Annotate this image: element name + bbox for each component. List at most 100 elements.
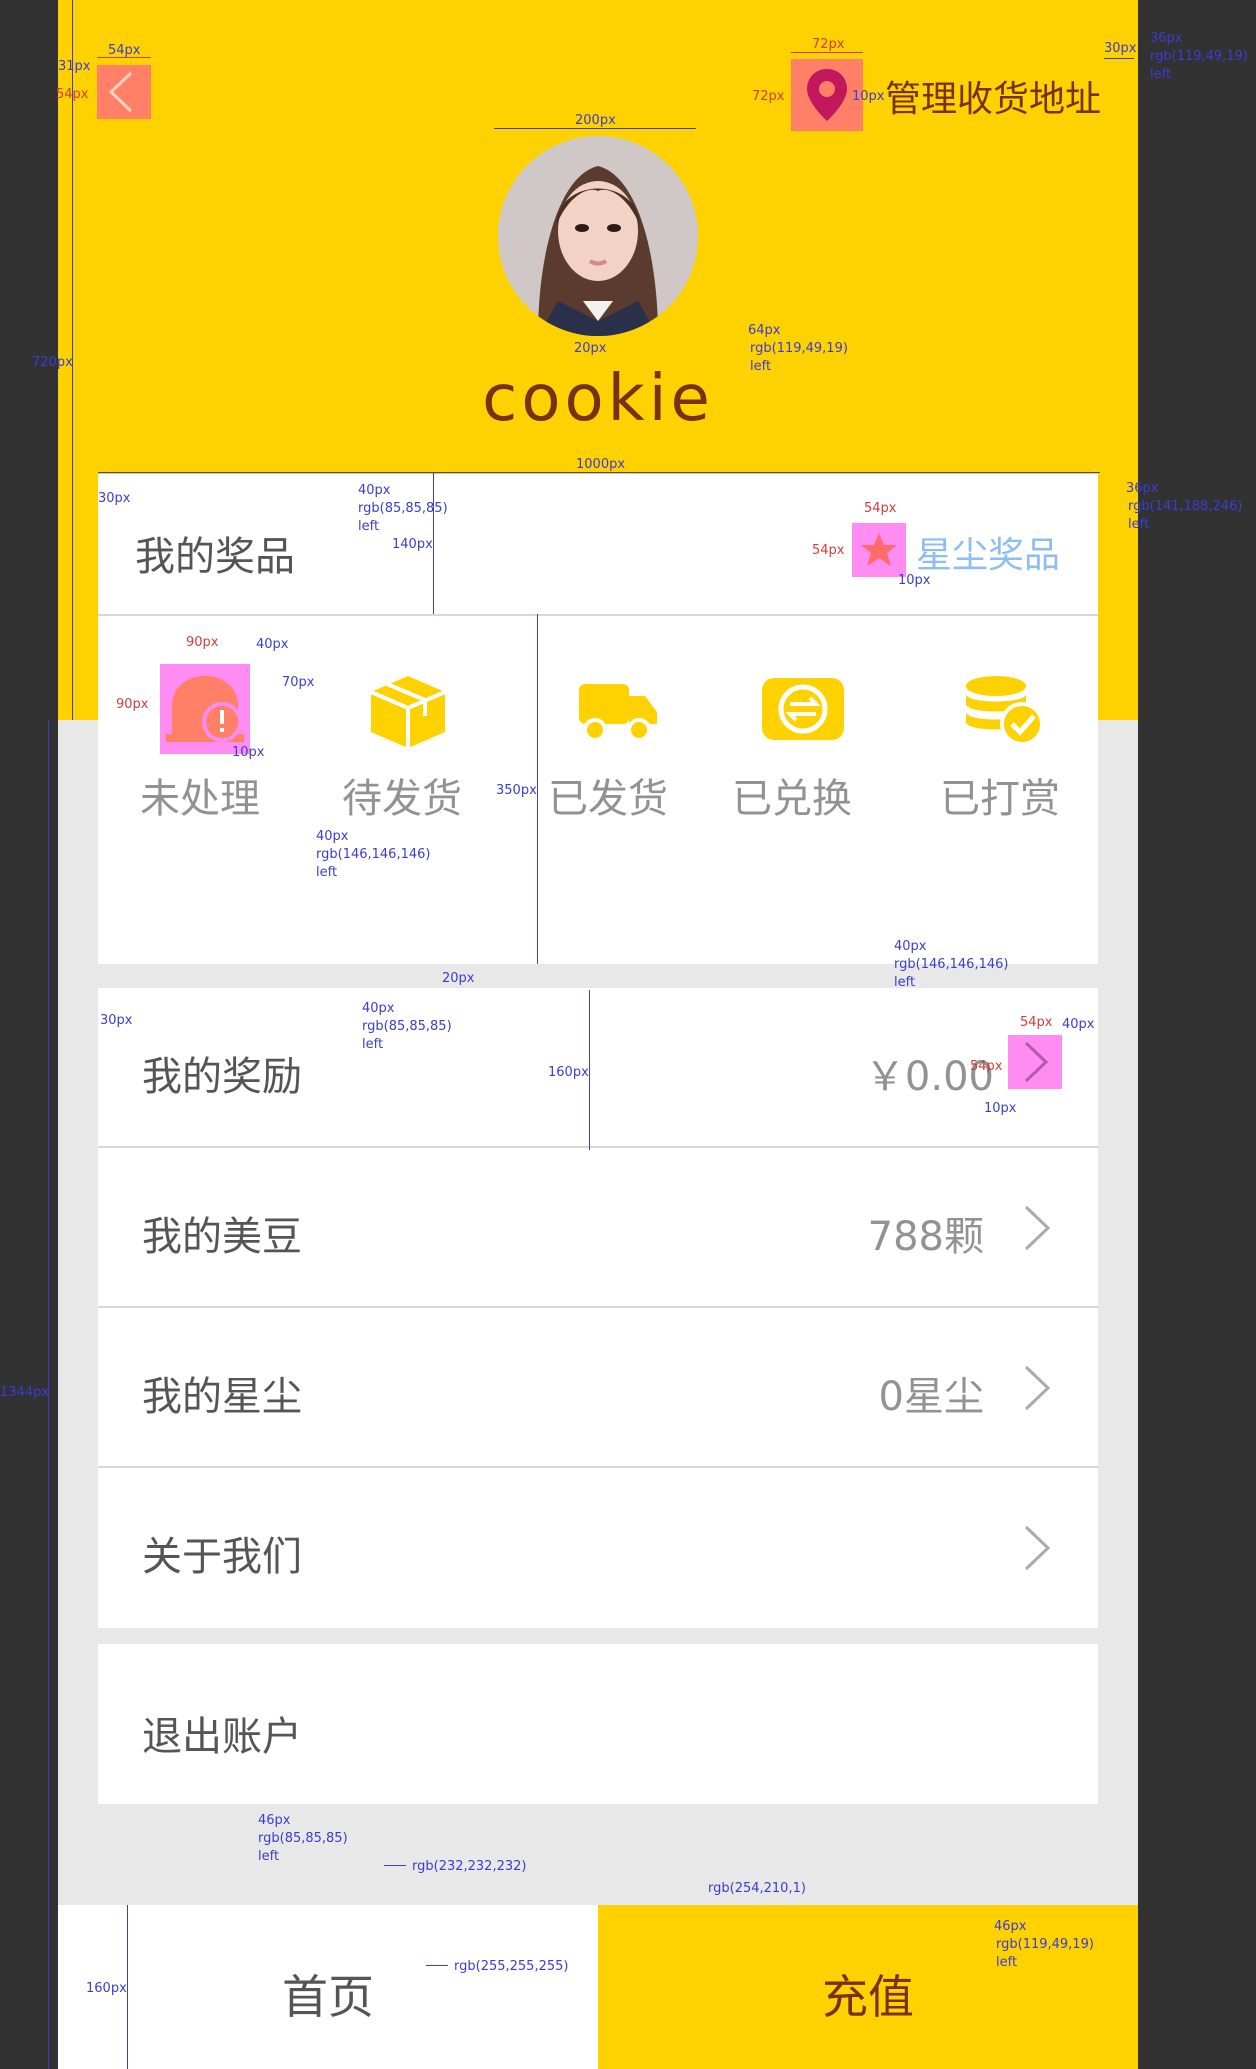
- row-label: 我的美豆: [142, 1214, 302, 1260]
- annotation: rgb(232,232,232): [412, 1859, 527, 1874]
- chevron-right-icon: [1008, 1035, 1062, 1089]
- chevron-left-icon: [108, 71, 133, 113]
- annotation: 36px: [1126, 481, 1159, 496]
- logout-label: 退出账户: [142, 1714, 302, 1760]
- row-label: 我的奖励: [142, 1054, 302, 1100]
- annotation: rgb(146,146,146): [894, 957, 1009, 972]
- tab-label: 已打赏: [940, 776, 1060, 822]
- annotation: rgb(119,49,19): [750, 341, 848, 356]
- annotation: 31px: [58, 59, 91, 74]
- annotation: 64px: [748, 323, 781, 338]
- tab-label: 已发货: [548, 776, 668, 822]
- annotation: 10px: [984, 1101, 1017, 1116]
- annotation: left: [258, 1849, 280, 1864]
- annotation: left: [894, 975, 916, 990]
- star-icon[interactable]: [852, 523, 906, 577]
- annotation: 46px: [994, 1919, 1027, 1934]
- nav-home[interactable]: 首页: [58, 1905, 598, 2069]
- annotation: 90px: [186, 635, 219, 650]
- back-button[interactable]: [97, 65, 151, 119]
- menu-list: 我的奖励 ￥0.00 我的美豆 788颗 我的星尘 0星尘 关于我们: [98, 988, 1098, 1628]
- tab-rewarded[interactable]: 已打赏: [936, 654, 1076, 822]
- annotation: 70px: [282, 675, 315, 690]
- annotation: 720px: [32, 355, 73, 370]
- annotation: 10px: [852, 89, 885, 104]
- annotation: 72px: [812, 37, 845, 52]
- chevron-right-icon: [1008, 1201, 1062, 1255]
- annotation: rgb(85,85,85): [362, 1019, 452, 1034]
- annotation: 40px: [256, 637, 289, 652]
- annotation: left: [750, 359, 772, 374]
- chevron-right-icon: [1008, 1361, 1062, 1415]
- menu-row-rewards[interactable]: 我的奖励 ￥0.00: [98, 988, 1098, 1148]
- annotation: 40px: [316, 829, 349, 844]
- annotation: 30px: [1104, 41, 1137, 56]
- annotation: left: [358, 519, 380, 534]
- row-value: 788颗: [867, 1214, 984, 1260]
- row-label: 关于我们: [142, 1534, 302, 1580]
- annotation: 40px: [894, 939, 927, 954]
- annotation: 350px: [496, 783, 537, 798]
- annotation: rgb(119,49,19): [996, 1937, 1094, 1952]
- annotation: 90px: [116, 697, 149, 712]
- annotation: 1344px: [0, 1385, 50, 1400]
- annotation: 54px: [1020, 1015, 1053, 1030]
- my-prizes-card: 我的奖品 星尘奖品 未处理 待发货 已发货 已兑换 已打赏: [98, 474, 1098, 964]
- annotation: 54px: [970, 1059, 1003, 1074]
- tab-pending-shipment[interactable]: 待发货: [338, 654, 478, 822]
- package-icon: [363, 664, 453, 754]
- annotation: 200px: [575, 113, 616, 128]
- mobile-page: 管理收货地址 cookie 我的奖品 星尘奖品 未处理 待发货 已发货 已兑换 …: [58, 0, 1138, 2069]
- annotation: rgb(254,210,1): [708, 1881, 806, 1896]
- annotation: 160px: [86, 1981, 127, 1996]
- annotation: 40px: [358, 483, 391, 498]
- logout-button[interactable]: 退出账户: [98, 1644, 1098, 1804]
- annotation: 40px: [362, 1001, 395, 1016]
- annotation: 54px: [812, 543, 845, 558]
- annotation: rgb(141,188,246): [1128, 499, 1243, 514]
- row-value: 0星尘: [878, 1374, 984, 1420]
- tab-label: 待发货: [342, 776, 462, 822]
- row-label: 我的星尘: [142, 1374, 302, 1420]
- annotation: rgb(85,85,85): [358, 501, 448, 516]
- menu-row-beans[interactable]: 我的美豆 788颗: [98, 1148, 1098, 1308]
- menu-row-stardust[interactable]: 我的星尘 0星尘: [98, 1308, 1098, 1468]
- bell-alert-icon: [160, 664, 250, 754]
- annotation: 54px: [56, 87, 89, 102]
- annotation: 10px: [232, 745, 265, 760]
- annotation: 36px: [1150, 31, 1183, 46]
- annotation: left: [316, 865, 338, 880]
- my-prizes-title: 我的奖品: [135, 534, 295, 580]
- annotation: 20px: [442, 971, 475, 986]
- chevron-right-icon: [1008, 1521, 1062, 1575]
- annotation: 54px: [864, 501, 897, 516]
- stardust-prizes-link[interactable]: 星尘奖品: [916, 526, 1060, 578]
- tab-label: 已兑换: [732, 776, 852, 822]
- manage-address-link[interactable]: 管理收货地址: [885, 70, 1101, 122]
- username: cookie: [482, 362, 714, 436]
- exchange-icon: [758, 664, 848, 754]
- avatar[interactable]: [498, 136, 698, 336]
- tab-shipped[interactable]: 已发货: [548, 654, 688, 822]
- annotation: 1000px: [576, 457, 626, 472]
- annotation: left: [996, 1955, 1018, 1970]
- annotation: 20px: [574, 341, 607, 356]
- annotation: left: [1128, 517, 1150, 532]
- annotation: left: [1150, 67, 1172, 82]
- annotation: 40px: [1062, 1017, 1095, 1032]
- tab-unprocessed[interactable]: 未处理: [138, 654, 278, 822]
- coin-check-icon: [958, 664, 1048, 754]
- annotation: 46px: [258, 1813, 291, 1828]
- annotation: 140px: [392, 537, 433, 552]
- annotation: 30px: [100, 1013, 133, 1028]
- nav-recharge[interactable]: 充值: [598, 1905, 1138, 2069]
- annotation: 160px: [548, 1065, 589, 1080]
- tab-label: 未处理: [140, 776, 260, 822]
- annotation: rgb(255,255,255): [454, 1959, 569, 1974]
- annotation: left: [362, 1037, 384, 1052]
- truck-icon: [573, 664, 663, 754]
- tab-exchanged[interactable]: 已兑换: [732, 654, 872, 822]
- menu-row-about[interactable]: 关于我们: [98, 1468, 1098, 1628]
- annotation: rgb(85,85,85): [258, 1831, 348, 1846]
- annotation: 30px: [98, 491, 131, 506]
